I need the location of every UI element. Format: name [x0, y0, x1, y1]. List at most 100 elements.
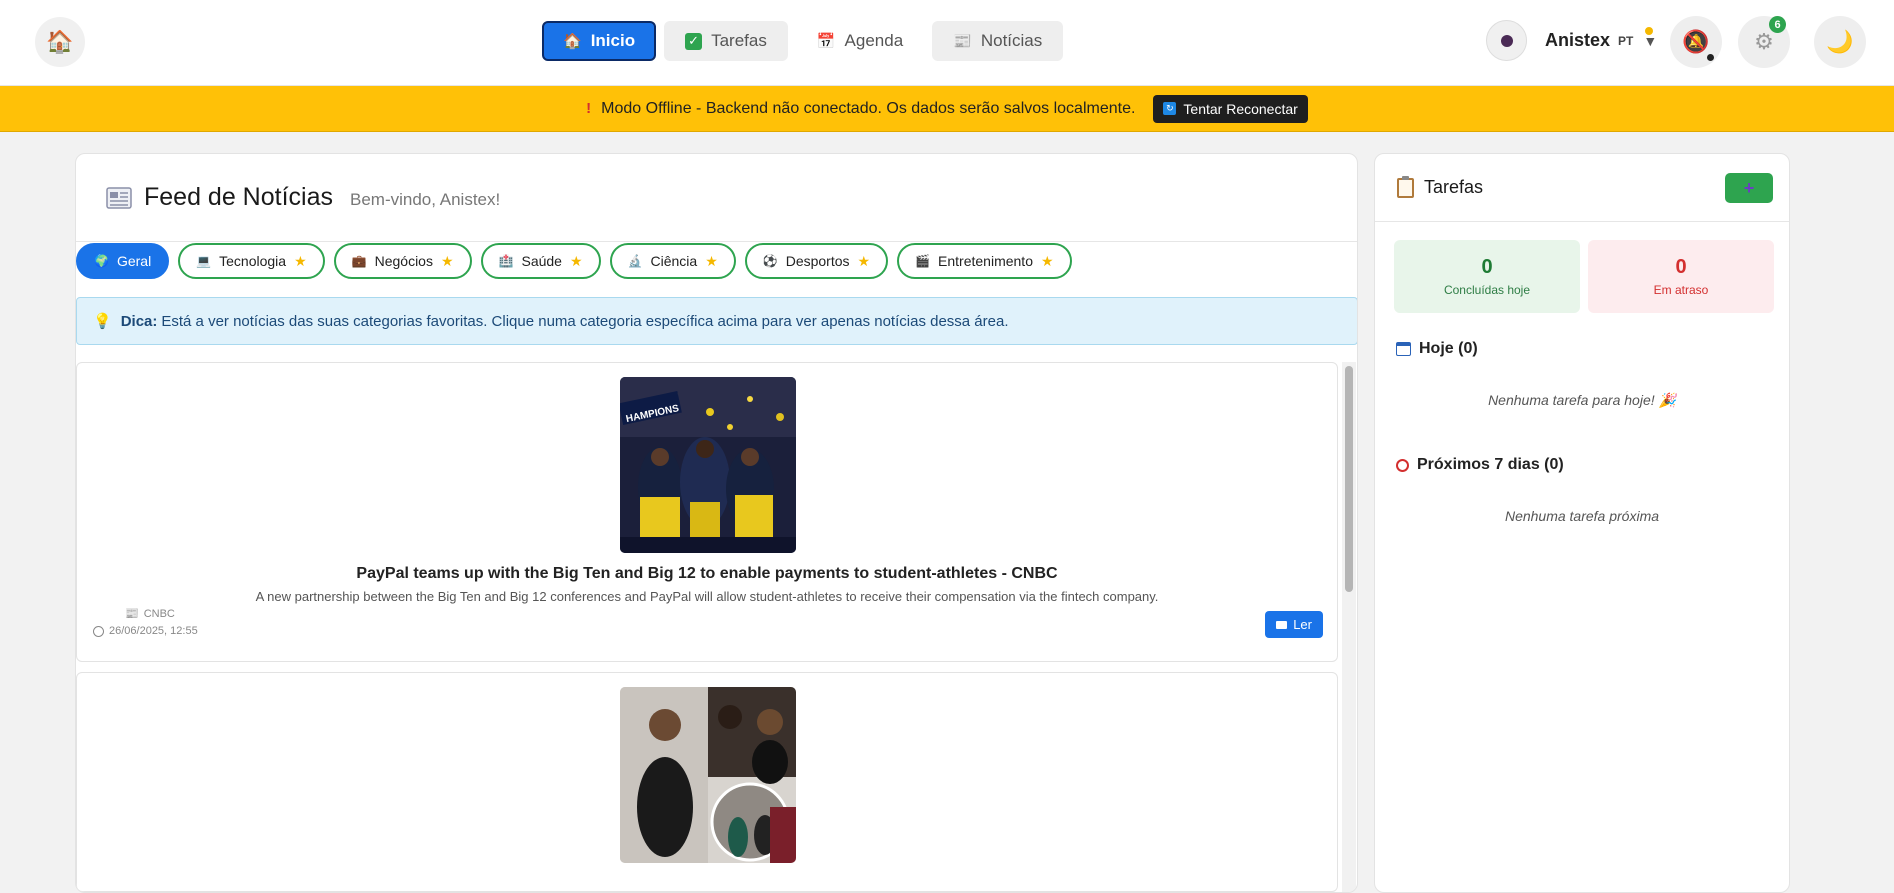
book-icon [1276, 620, 1288, 629]
news-article[interactable]: HAMPIONS PayPal teams up with the Big Te… [76, 362, 1338, 662]
category-entretenimento[interactable]: 🎬 Entretenimento ★ [897, 243, 1072, 279]
check-box-icon: ✓ [685, 32, 703, 50]
today-section-header: Hoje (0) [1396, 340, 1478, 358]
nav-noticias[interactable]: 📰 Notícias [932, 21, 1064, 61]
category-label: Tecnologia [219, 253, 287, 269]
nav-tarefas[interactable]: ✓ Tarefas [664, 21, 788, 61]
user-menu[interactable]: Anistex PT ▼ [1486, 20, 1657, 61]
user-icon [1500, 34, 1513, 47]
nav-noticias-label: Notícias [980, 31, 1043, 50]
news-article[interactable] [76, 672, 1338, 892]
star-icon: ★ [440, 252, 454, 269]
read-button[interactable]: Ler [1265, 611, 1323, 638]
globe-icon: 🌍 [94, 254, 109, 268]
article-image[interactable] [620, 687, 796, 863]
reconnect-button[interactable]: ↻ Tentar Reconectar [1153, 94, 1308, 123]
house-icon: 🏠 [46, 29, 74, 54]
chevron-down-icon[interactable]: ▼ [1643, 26, 1657, 49]
next-section-header: Próximos 7 dias (0) [1396, 456, 1564, 474]
offline-text: Modo Offline - Backend não conectado. Os… [601, 99, 1136, 117]
next-empty-message: Nenhuma tarefa próxima [1504, 508, 1660, 524]
article-title[interactable]: PayPal teams up with the Big Ten and Big… [77, 565, 1337, 583]
news-panel: Feed de Notícias Bem-vindo, Anistex! 🌍 G… [75, 153, 1358, 893]
newspaper-icon: 📰 [953, 33, 972, 50]
offline-banner: ! Modo Offline - Backend não conectado. … [0, 86, 1894, 132]
article-description: A new partnership between the Big Ten an… [255, 589, 1159, 604]
refresh-icon: ↻ [1163, 102, 1177, 115]
settings-button[interactable]: ⚙ 6 [1738, 16, 1790, 68]
late-count: 0 [1675, 256, 1687, 278]
notifications-button[interactable]: 🔕 [1670, 16, 1722, 68]
avatar[interactable] [1486, 20, 1527, 61]
microscope-icon: 🔬 [627, 254, 643, 268]
tip-alert: 💡 Dica: Está a ver notícias das suas cat… [76, 297, 1357, 345]
article-photo [620, 687, 796, 863]
article-date-value: 26/06/2025, 12:55 [109, 625, 198, 637]
read-label: Ler [1293, 617, 1312, 632]
add-task-button[interactable]: + [1725, 173, 1773, 203]
tasks-header: Tarefas + [1375, 154, 1789, 222]
star-icon: ★ [857, 252, 871, 269]
news-header: Feed de Notícias Bem-vindo, Anistex! [76, 154, 1357, 242]
category-tecnologia[interactable]: 💻 Tecnologia ★ [178, 243, 325, 279]
clock-icon [93, 625, 104, 637]
feed-scrollbar[interactable] [1342, 362, 1356, 892]
soccer-ball-icon: ⚽ [762, 254, 778, 268]
scrollbar-thumb[interactable] [1345, 366, 1353, 592]
article-date: 26/06/2025, 12:55 [93, 625, 198, 637]
warning-icon: ! [586, 100, 592, 117]
star-icon: ★ [1040, 252, 1054, 269]
lightbulb-icon: 💡 [93, 313, 112, 330]
category-label: Negócios [374, 253, 433, 269]
today-empty-message: Nenhuma tarefa para hoje! 🎉 [1488, 392, 1676, 408]
category-geral[interactable]: 🌍 Geral [76, 243, 170, 279]
top-navbar: 🏠 🏠 Inicio ✓ Tarefas 📅 Agenda 📰 Notícias… [0, 0, 1894, 86]
tasks-title: Tarefas [1424, 177, 1484, 197]
health-icon: 🏥 [498, 254, 514, 268]
category-label: Desportos [785, 253, 850, 269]
briefcase-icon: 💼 [351, 254, 367, 268]
task-stats: 0 Concluídas hoje 0 Em atraso [1394, 240, 1774, 313]
home-button[interactable]: 🏠 [35, 17, 85, 67]
next-header-label: Próximos 7 dias (0) [1417, 456, 1564, 473]
category-ciencia[interactable]: 🔬 Ciência ★ [609, 243, 736, 279]
house-icon: 🏠 [563, 33, 582, 50]
moon-icon: 🌙 [1826, 29, 1854, 54]
category-label: Saúde [521, 253, 562, 269]
article-photo: HAMPIONS [620, 377, 796, 553]
tasks-panel: Tarefas + 0 Concluídas hoje 0 Em atraso … [1374, 153, 1790, 893]
article-image[interactable]: HAMPIONS [620, 377, 796, 553]
computer-icon: 💻 [196, 254, 212, 268]
calendar-icon: 📅 [816, 33, 836, 50]
theme-toggle-button[interactable]: 🌙 [1814, 16, 1866, 68]
main-nav: 🏠 Inicio ✓ Tarefas 📅 Agenda 📰 Notícias [542, 21, 1064, 61]
done-count: 0 [1481, 256, 1493, 278]
today-header-label: Hoje (0) [1419, 340, 1478, 357]
done-label: Concluídas hoje [1443, 283, 1531, 297]
article-source-name: CNBC [143, 607, 175, 620]
category-negocios[interactable]: 💼 Negócios ★ [333, 243, 472, 279]
user-language: PT [1618, 33, 1634, 48]
welcome-text: Bem-vindo, Anistex! [350, 189, 501, 209]
add-task-label: + [1743, 177, 1755, 198]
calendar-icon [1396, 342, 1411, 356]
nav-agenda[interactable]: 📅 Agenda [796, 21, 924, 61]
newspaper-icon: 📰 [125, 608, 139, 620]
category-desportos[interactable]: ⚽ Desportos ★ [744, 243, 889, 279]
clipboard-icon [1397, 175, 1414, 198]
bell-off-icon: 🔕 [1682, 29, 1710, 54]
notification-dot [1707, 54, 1714, 61]
newspaper-icon [106, 186, 132, 209]
stat-overdue: 0 Em atraso [1588, 240, 1774, 313]
category-saude[interactable]: 🏥 Saúde ★ [480, 243, 601, 279]
category-label: Geral [116, 253, 152, 269]
category-label: Entretenimento [938, 253, 1033, 269]
settings-badge: 6 [1769, 16, 1786, 33]
reconnect-label: Tentar Reconectar [1183, 100, 1298, 117]
gear-icon: ⚙ [1754, 29, 1774, 54]
news-feed: HAMPIONS PayPal teams up with the Big Te… [76, 362, 1341, 892]
alarm-clock-icon [1396, 458, 1409, 472]
status-dot [1645, 26, 1654, 35]
nav-inicio-label: Inicio [590, 31, 636, 50]
nav-inicio[interactable]: 🏠 Inicio [542, 21, 657, 61]
